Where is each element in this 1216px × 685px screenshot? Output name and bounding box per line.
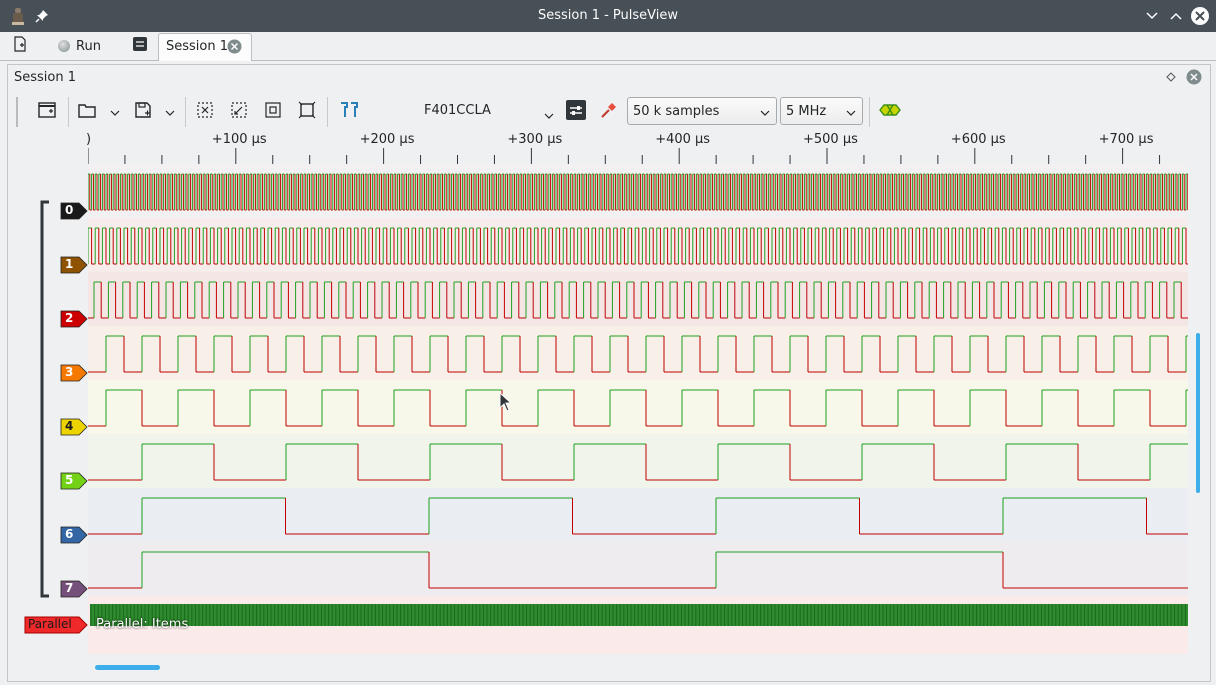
- open-dropdown-button[interactable]: [104, 93, 126, 131]
- minimize-icon[interactable]: [1142, 6, 1162, 26]
- device-config-button[interactable]: [563, 93, 589, 131]
- channel-label-3[interactable]: 3: [60, 364, 88, 382]
- channel-label-text: 4: [65, 419, 74, 433]
- save-dropdown-button[interactable]: [159, 93, 181, 131]
- device-selector[interactable]: F401CCLA: [406, 97, 558, 125]
- title-bar: Session 1 - PulseView: [0, 0, 1216, 32]
- channel-label-text: 3: [65, 365, 74, 379]
- session-tab-bar: Run Session 1: [0, 32, 1216, 61]
- close-window-button[interactable]: [1190, 6, 1210, 26]
- vertical-scrollbar[interactable]: [1196, 333, 1200, 493]
- channel-label-text: 1: [65, 257, 74, 271]
- save-button[interactable]: [128, 93, 158, 131]
- run-label: Run: [76, 38, 101, 54]
- run-button[interactable]: Run: [58, 34, 101, 58]
- tab-session-1[interactable]: Session 1: [158, 33, 252, 61]
- zoom-original-button[interactable]: [292, 93, 322, 131]
- zoom-original-icon: [298, 101, 316, 123]
- main-menu-button[interactable]: [132, 34, 148, 58]
- maximize-icon[interactable]: [1166, 6, 1186, 26]
- window-title: Session 1 - PulseView: [537, 8, 679, 23]
- samplerate-value: 5 MHz: [786, 103, 827, 119]
- new-session-button[interactable]: [12, 34, 28, 58]
- ruler-tick-label: +700 µs: [1098, 132, 1154, 147]
- mouse-cursor-icon: [499, 391, 513, 416]
- decoder-label-parallel[interactable]: Parallel: [24, 616, 88, 634]
- samples-value: 50 k samples: [633, 103, 720, 119]
- chevron-down-icon: [846, 105, 856, 120]
- ruler-tick-label: +100 µs: [211, 132, 267, 147]
- zoom-out-icon: [230, 101, 248, 123]
- channel-label-text: 7: [65, 581, 74, 595]
- channel-label-2[interactable]: 2: [60, 310, 88, 328]
- probes-button[interactable]: [596, 93, 622, 131]
- channel-label-text: 0: [65, 203, 74, 217]
- zoom-fit-button[interactable]: [258, 93, 288, 131]
- panel-title: Session 1: [14, 70, 77, 85]
- menu-icon: [132, 36, 148, 56]
- channel-label-text: 5: [65, 473, 74, 487]
- decoder-row-text: Parallel: Items: [96, 617, 189, 632]
- channel-label-4[interactable]: 4: [60, 418, 88, 436]
- channel-label-area: 0 1 2 3 4 5 6 7 Parallel: [8, 164, 88, 654]
- new-view-icon: [38, 101, 56, 123]
- float-panel-icon[interactable]: [1166, 71, 1176, 86]
- chevron-down-icon: [760, 105, 770, 120]
- ruler-tick-label: +200 µs: [359, 132, 415, 147]
- open-button[interactable]: [72, 93, 102, 131]
- zoom-in-button[interactable]: [190, 93, 220, 131]
- horizontal-scrollbar[interactable]: [95, 665, 160, 670]
- channel-label-6[interactable]: 6: [60, 526, 88, 544]
- ruler-tick-label: +300 µs: [507, 132, 563, 147]
- channel-label-1[interactable]: 1: [60, 256, 88, 274]
- channel-label-7[interactable]: 7: [60, 580, 88, 598]
- trace-view[interactable]: Parallel: Items: [88, 164, 1188, 654]
- time-ruler[interactable]: ) +100 µs +200 µs +300 µs +400 µs +500 µs +600…: [86, 128, 1188, 164]
- decoder-icon: [879, 103, 901, 121]
- samples-combo[interactable]: 50 k samples: [627, 97, 777, 125]
- channel-label-5[interactable]: 5: [60, 472, 88, 490]
- ruler-tick-label: +500 µs: [803, 132, 858, 147]
- samplerate-combo[interactable]: 5 MHz: [780, 97, 863, 125]
- save-icon: [134, 101, 152, 123]
- main-toolbar: F401CCLA 50 k samples 5 MHz: [16, 93, 1202, 131]
- channel-label-0[interactable]: 0: [60, 202, 88, 220]
- run-circle-icon: [58, 40, 70, 52]
- zoom-fit-icon: [264, 101, 282, 123]
- close-tab-icon[interactable]: [227, 39, 242, 58]
- new-document-icon: [12, 36, 28, 56]
- ruler-tick-label: +600 µs: [950, 132, 1006, 147]
- channel-label-text: 2: [65, 311, 74, 325]
- zoom-out-button[interactable]: [224, 93, 254, 131]
- chevron-down-icon: [110, 105, 120, 120]
- probe-icon: [599, 100, 619, 124]
- decoder-button[interactable]: [876, 93, 904, 131]
- ruler-tick-label: +400 µs: [655, 132, 711, 147]
- close-panel-icon[interactable]: [1186, 69, 1202, 89]
- decoder-label-text: Parallel: [28, 617, 72, 631]
- waveform-canvas: [88, 173, 1188, 626]
- cursors-icon: [338, 101, 360, 123]
- device-name: F401CCLA: [424, 103, 491, 118]
- channel-label-text: 6: [65, 527, 74, 541]
- chevron-down-icon: [165, 105, 175, 120]
- session-tab-label: Session 1: [166, 39, 229, 54]
- new-view-button[interactable]: [30, 93, 64, 131]
- folder-icon: [78, 102, 96, 122]
- chevron-down-icon: [544, 108, 554, 123]
- ruler-tick-label: ): [86, 132, 92, 147]
- zoom-in-icon: [196, 101, 214, 123]
- config-icon: [566, 100, 586, 124]
- cursors-button[interactable]: [334, 93, 364, 131]
